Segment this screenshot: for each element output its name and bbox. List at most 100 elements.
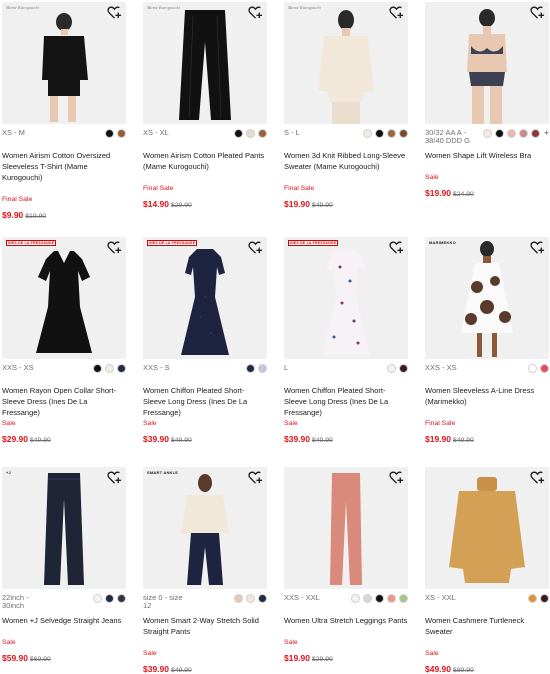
heart-plus-icon[interactable] <box>248 470 263 485</box>
color-swatch[interactable] <box>105 594 114 603</box>
product-photo <box>330 473 362 585</box>
color-swatch[interactable] <box>105 129 114 138</box>
product-image[interactable]: +J <box>2 467 126 589</box>
color-swatch[interactable] <box>246 129 255 138</box>
color-swatch[interactable] <box>375 129 384 138</box>
sale-price: $39.90 <box>284 434 310 444</box>
product-card[interactable]: INES DE LA FRESSANGE XXS - S Women Chiffon… <box>143 237 267 444</box>
product-image[interactable]: INES DE LA FRESSANGE <box>2 237 126 359</box>
color-swatch[interactable] <box>540 594 549 603</box>
product-image[interactable]: Mame Kurogouchi <box>2 2 126 124</box>
product-name[interactable]: Women Airism Cotton Oversized Sleeveless… <box>2 150 126 194</box>
color-swatch[interactable] <box>399 594 408 603</box>
color-swatch[interactable] <box>117 594 126 603</box>
color-swatch[interactable] <box>117 129 126 138</box>
sale-flag: Final Sale <box>284 185 315 192</box>
product-card[interactable]: INES DE LA FRESSANGE L Women Chiffon Pleat… <box>284 237 408 444</box>
color-swatch[interactable] <box>540 364 549 373</box>
color-swatch[interactable] <box>234 594 243 603</box>
product-name[interactable]: Women Ultra Stretch Leggings Pants <box>284 615 408 637</box>
sale-price: $9.90 <box>2 210 24 220</box>
color-swatch[interactable] <box>518 129 528 138</box>
color-swatch[interactable] <box>530 129 540 138</box>
product-image[interactable]: Mame Kurogouchi <box>284 2 408 124</box>
product-image[interactable] <box>284 467 408 589</box>
heart-plus-icon[interactable] <box>389 470 404 485</box>
color-swatch[interactable] <box>258 129 267 138</box>
color-swatch[interactable] <box>399 129 408 138</box>
heart-plus-icon[interactable] <box>248 5 263 20</box>
product-image[interactable] <box>425 2 549 124</box>
product-card[interactable]: Mame Kurogouchi XS - XL Women Airism Cotto… <box>143 2 267 209</box>
color-swatch[interactable] <box>246 594 255 603</box>
heart-plus-icon[interactable] <box>248 240 263 255</box>
product-image[interactable]: Mame Kurogouchi <box>143 2 267 124</box>
product-card[interactable]: XXS - XXL Women Ultra Stretch Leggings Pa… <box>284 467 408 663</box>
product-name[interactable]: Women Chiffon Pleated Short-Sleeve Long … <box>284 385 408 418</box>
color-swatch[interactable] <box>494 129 504 138</box>
product-card[interactable]: SMART ANKLE size 0 - size 12 Women Smart 2… <box>143 467 267 674</box>
product-card[interactable]: Mame Kurogouchi XS - M Women Airism Cotton… <box>2 2 126 220</box>
product-card[interactable]: XS - XXL Women Cashmere Turtleneck Sweate… <box>425 467 549 674</box>
product-name[interactable]: Women Rayon Open Collar Short-Sleeve Dre… <box>2 385 126 418</box>
color-swatch[interactable] <box>363 129 372 138</box>
heart-plus-icon[interactable] <box>389 240 404 255</box>
color-swatch[interactable] <box>482 129 492 138</box>
product-name[interactable]: Women 3d Knit Ribbed Long-Sleeve Sweater… <box>284 150 408 183</box>
color-swatch[interactable] <box>387 594 396 603</box>
product-photo <box>36 251 92 353</box>
price-row: $39.90 $49.90 <box>143 664 267 674</box>
color-swatch[interactable] <box>93 364 102 373</box>
heart-plus-icon[interactable] <box>530 470 545 485</box>
product-card[interactable]: 30/32 AA A - 38/40 DDD G + Women Shape Lif… <box>425 2 549 198</box>
color-swatch[interactable] <box>234 129 243 138</box>
original-price: $89.90 <box>453 667 474 674</box>
original-price: $69.90 <box>30 656 51 663</box>
product-card[interactable]: MARIMEKKO XXS - XS Women Sleeveless A-Line… <box>425 237 549 444</box>
product-image[interactable]: SMART ANKLE <box>143 467 267 589</box>
color-swatch[interactable] <box>351 594 360 603</box>
color-swatch[interactable] <box>528 364 537 373</box>
product-image[interactable]: MARIMEKKO <box>425 237 549 359</box>
color-swatch[interactable] <box>528 594 537 603</box>
sale-flag: Sale <box>425 650 439 657</box>
original-price: $19.90 <box>25 213 47 220</box>
product-name[interactable]: Women Shape Lift Wireless Bra <box>425 150 549 172</box>
color-swatch[interactable] <box>105 364 114 373</box>
product-name[interactable]: Women Sleeveless A-Line Dress (Marimekko… <box>425 385 549 418</box>
color-swatch[interactable] <box>506 129 516 138</box>
original-price: $49.90 <box>171 437 192 444</box>
product-name[interactable]: Women Airism Cotton Pleated Pants (Mame … <box>143 150 267 183</box>
color-swatch[interactable] <box>375 594 384 603</box>
color-swatch[interactable] <box>387 129 396 138</box>
product-name[interactable]: Women +J Selvedge Straight Jeans <box>2 615 126 637</box>
heart-plus-icon[interactable] <box>107 5 122 20</box>
color-swatch[interactable] <box>399 364 408 373</box>
product-image[interactable]: INES DE LA FRESSANGE <box>284 237 408 359</box>
product-card[interactable]: +J 22inch - 30inch Women +J Selvedge Strai… <box>2 467 126 663</box>
original-price: $49.90 <box>312 437 333 444</box>
product-name[interactable]: Women Cashmere Turtleneck Sweater <box>425 615 549 648</box>
product-card[interactable]: INES DE LA FRESSANGE XXS - XS Women Rayon … <box>2 237 126 444</box>
heart-plus-icon[interactable] <box>107 470 122 485</box>
heart-plus-icon[interactable] <box>530 240 545 255</box>
color-swatch[interactable] <box>93 594 102 603</box>
color-swatch[interactable] <box>363 594 372 603</box>
product-image[interactable] <box>425 467 549 589</box>
product-name[interactable]: Women Smart 2-Way Stretch Solid Straight… <box>143 615 267 648</box>
product-photo <box>461 241 513 357</box>
product-grid: Mame Kurogouchi XS - M Women Airism Cotton… <box>0 0 550 674</box>
heart-plus-icon[interactable] <box>389 5 404 20</box>
color-swatch[interactable] <box>246 364 255 373</box>
more-colors-icon[interactable]: + <box>544 129 549 138</box>
product-image[interactable]: INES DE LA FRESSANGE <box>143 237 267 359</box>
product-card[interactable]: Mame Kurogouchi S - L Women 3d Knit Ribbed… <box>284 2 408 209</box>
product-name[interactable]: Women Chiffon Pleated Short-Sleeve Long … <box>143 385 267 418</box>
color-swatch[interactable] <box>387 364 396 373</box>
heart-plus-icon[interactable] <box>530 5 545 20</box>
heart-plus-icon[interactable] <box>107 240 122 255</box>
size-range: L <box>284 363 289 372</box>
color-swatch[interactable] <box>258 594 267 603</box>
color-swatch[interactable] <box>117 364 126 373</box>
color-swatch[interactable] <box>258 364 267 373</box>
